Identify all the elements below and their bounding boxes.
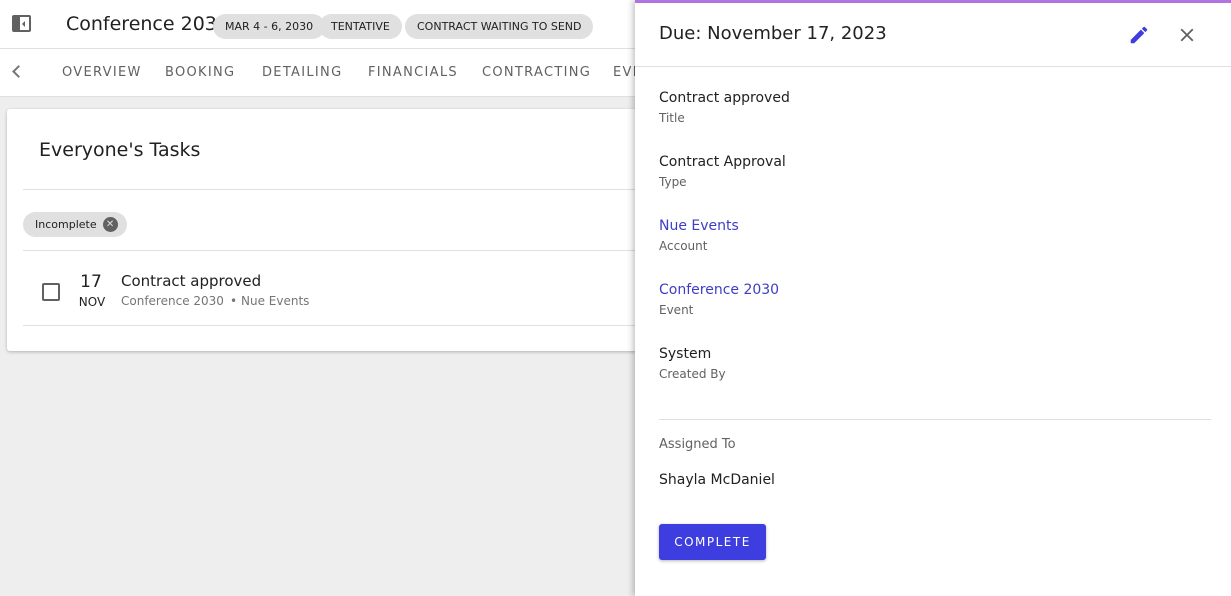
task-title[interactable]: Contract approved xyxy=(121,272,261,290)
close-circle-icon[interactable]: ✕ xyxy=(102,217,118,232)
chevron-left-icon[interactable] xyxy=(12,65,25,78)
drawer-header: Due: November 17, 2023 xyxy=(635,3,1231,67)
field-created-by-label: Created By xyxy=(659,367,726,381)
event-link[interactable]: Conference 2030 xyxy=(659,282,779,298)
field-event-label: Event xyxy=(659,303,694,317)
tab-contracting[interactable]: CONTRACTING xyxy=(482,65,591,80)
date-chip: MAR 4 - 6, 2030 xyxy=(213,14,326,39)
assigned-to-label: Assigned To xyxy=(659,437,736,452)
task-account: Nue Events xyxy=(241,294,310,308)
task-due-day: 17 xyxy=(80,272,102,292)
task-subtitle: Conference 2030 • Nue Events xyxy=(121,294,309,308)
divider xyxy=(23,189,707,190)
complete-button[interactable]: COMPLETE xyxy=(659,524,766,560)
task-checkbox[interactable] xyxy=(42,283,60,301)
field-created-by-value: System xyxy=(659,346,712,362)
field-title-label: Title xyxy=(659,111,685,125)
task-event: Conference 2030 xyxy=(121,294,224,308)
tab-financials[interactable]: FINANCIALS xyxy=(368,65,458,80)
field-type-label: Type xyxy=(659,175,687,189)
contract-status-chip: CONTRACT WAITING TO SEND xyxy=(405,14,594,39)
divider xyxy=(23,250,707,251)
divider xyxy=(659,419,1211,420)
field-title-value: Contract approved xyxy=(659,90,790,106)
status-chip: TENTATIVE xyxy=(319,14,402,39)
task-detail-drawer: Due: November 17, 2023 Contract approved… xyxy=(635,0,1231,596)
sidebar-toggle-icon[interactable] xyxy=(12,15,31,32)
filter-chip-incomplete[interactable]: Incomplete ✕ xyxy=(23,212,127,237)
account-link[interactable]: Nue Events xyxy=(659,218,739,234)
card-title: Everyone's Tasks xyxy=(39,139,201,161)
divider xyxy=(23,325,707,326)
pencil-icon[interactable] xyxy=(1128,24,1150,46)
tasks-card: Everyone's Tasks Incomplete ✕ 17 NOV Con… xyxy=(7,109,707,351)
field-type-value: Contract Approval xyxy=(659,154,786,170)
event-title: Conference 2030 xyxy=(66,13,229,35)
separator: • xyxy=(229,294,238,308)
filter-chip-label: Incomplete xyxy=(35,218,97,231)
tab-booking[interactable]: BOOKING xyxy=(165,65,235,80)
tab-detailing[interactable]: DETAILING xyxy=(262,65,342,80)
close-icon[interactable] xyxy=(1176,24,1198,46)
drawer-title: Due: November 17, 2023 xyxy=(659,23,887,44)
field-account-label: Account xyxy=(659,239,708,253)
task-due-month: NOV xyxy=(78,295,106,309)
assigned-to-value: Shayla McDaniel xyxy=(659,472,775,488)
tab-overview[interactable]: OVERVIEW xyxy=(62,65,142,80)
